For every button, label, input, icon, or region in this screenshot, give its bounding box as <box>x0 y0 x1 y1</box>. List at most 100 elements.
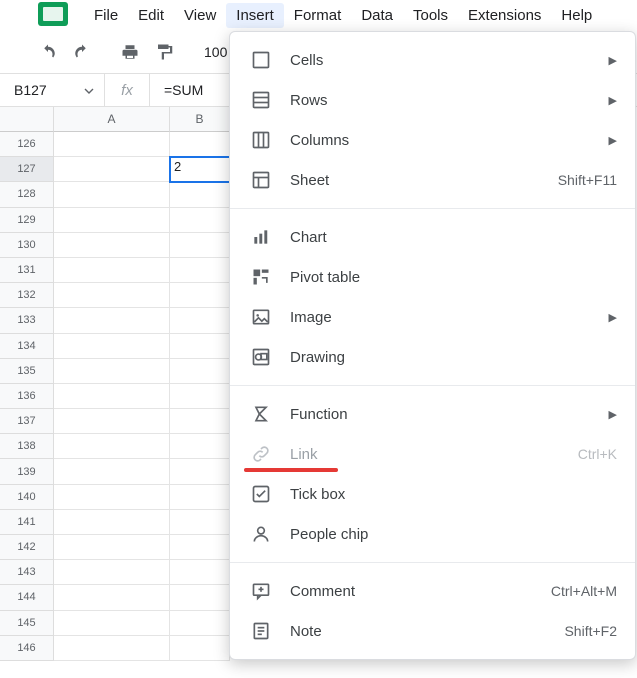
row-header[interactable]: 146 <box>0 636 54 661</box>
cell[interactable] <box>170 510 230 535</box>
cell[interactable] <box>170 208 230 233</box>
menu-item-pivot-table[interactable]: Pivot table <box>230 257 635 297</box>
menu-item-function[interactable]: Function▶ <box>230 394 635 434</box>
cell[interactable] <box>170 485 230 510</box>
rows-icon <box>248 87 274 113</box>
row-header[interactable]: 129 <box>0 208 54 233</box>
cell[interactable] <box>54 560 170 585</box>
cell[interactable] <box>170 585 230 610</box>
menu-extensions[interactable]: Extensions <box>458 3 551 28</box>
menu-insert[interactable]: Insert <box>226 3 284 28</box>
paint-format-button[interactable] <box>150 38 178 66</box>
menu-item-columns[interactable]: Columns▶ <box>230 120 635 160</box>
cell[interactable] <box>54 384 170 409</box>
cell[interactable] <box>54 132 170 157</box>
cell[interactable] <box>54 585 170 610</box>
cell[interactable] <box>170 535 230 560</box>
chevron-right-icon: ▶ <box>609 54 617 67</box>
cell[interactable] <box>170 233 230 258</box>
row-header[interactable]: 128 <box>0 182 54 207</box>
cell[interactable] <box>54 409 170 434</box>
row-header[interactable]: 144 <box>0 585 54 610</box>
menu-item-shortcut: Shift+F11 <box>558 172 617 188</box>
name-box[interactable]: B127 <box>0 74 105 107</box>
cell[interactable] <box>54 308 170 333</box>
cell[interactable] <box>54 258 170 283</box>
row-header[interactable]: 133 <box>0 308 54 333</box>
select-all-corner[interactable] <box>0 107 54 132</box>
cell[interactable] <box>170 384 230 409</box>
menu-item-label: Note <box>290 623 564 640</box>
row-header[interactable]: 134 <box>0 334 54 359</box>
row-header[interactable]: 135 <box>0 359 54 384</box>
cell[interactable] <box>170 434 230 459</box>
cell[interactable] <box>54 233 170 258</box>
cell[interactable] <box>170 560 230 585</box>
redo-button[interactable] <box>68 38 96 66</box>
cell[interactable] <box>170 409 230 434</box>
menu-help[interactable]: Help <box>551 3 602 28</box>
cell[interactable] <box>54 636 170 661</box>
cell[interactable] <box>54 283 170 308</box>
cell[interactable] <box>170 334 230 359</box>
row-header[interactable]: 139 <box>0 459 54 484</box>
menu-item-image[interactable]: Image▶ <box>230 297 635 337</box>
menu-item-drawing[interactable]: Drawing <box>230 337 635 377</box>
cell[interactable] <box>54 611 170 636</box>
menu-tools[interactable]: Tools <box>403 3 458 28</box>
row-header[interactable]: 141 <box>0 510 54 535</box>
cell[interactable] <box>54 334 170 359</box>
cell[interactable] <box>170 258 230 283</box>
cell[interactable]: 2 <box>170 157 230 182</box>
menu-item-sheet[interactable]: SheetShift+F11 <box>230 160 635 200</box>
cell[interactable] <box>54 208 170 233</box>
cell[interactable] <box>54 434 170 459</box>
cell[interactable] <box>54 535 170 560</box>
menu-format[interactable]: Format <box>284 3 352 28</box>
menu-item-chart[interactable]: Chart <box>230 217 635 257</box>
row-header[interactable]: 131 <box>0 258 54 283</box>
cell[interactable] <box>170 359 230 384</box>
image-icon <box>248 304 274 330</box>
print-button[interactable] <box>116 38 144 66</box>
cell[interactable] <box>170 132 230 157</box>
menu-item-note[interactable]: NoteShift+F2 <box>230 611 635 651</box>
row-header[interactable]: 143 <box>0 560 54 585</box>
menu-item-tick-box[interactable]: Tick box <box>230 474 635 514</box>
cell[interactable] <box>170 283 230 308</box>
cell[interactable] <box>170 308 230 333</box>
row-header[interactable]: 127 <box>0 157 54 182</box>
row-header[interactable]: 142 <box>0 535 54 560</box>
cell[interactable] <box>54 359 170 384</box>
cell[interactable] <box>170 459 230 484</box>
menu-item-cells[interactable]: Cells▶ <box>230 40 635 80</box>
menu-data[interactable]: Data <box>351 3 403 28</box>
cell[interactable] <box>170 611 230 636</box>
menu-item-comment[interactable]: CommentCtrl+Alt+M <box>230 571 635 611</box>
col-header-A[interactable]: A <box>54 107 170 132</box>
row-header[interactable]: 126 <box>0 132 54 157</box>
row-header[interactable]: 137 <box>0 409 54 434</box>
col-header-B[interactable]: B <box>170 107 230 132</box>
cell[interactable] <box>54 182 170 207</box>
cell[interactable] <box>170 636 230 661</box>
menu-item-rows[interactable]: Rows▶ <box>230 80 635 120</box>
menu-item-people-chip[interactable]: People chip <box>230 514 635 554</box>
row-header[interactable]: 140 <box>0 485 54 510</box>
menu-view[interactable]: View <box>174 3 226 28</box>
row-header[interactable]: 132 <box>0 283 54 308</box>
row-header[interactable]: 130 <box>0 233 54 258</box>
cell[interactable] <box>54 510 170 535</box>
menu-file[interactable]: File <box>84 3 128 28</box>
row-header[interactable]: 138 <box>0 434 54 459</box>
menu-edit[interactable]: Edit <box>128 3 174 28</box>
annotation-underline <box>244 468 338 472</box>
cell[interactable] <box>54 485 170 510</box>
cell[interactable] <box>54 459 170 484</box>
undo-button[interactable] <box>34 38 62 66</box>
row-header[interactable]: 145 <box>0 611 54 636</box>
menu-separator <box>230 208 635 209</box>
cell[interactable] <box>170 182 230 207</box>
cell[interactable] <box>54 157 170 182</box>
row-header[interactable]: 136 <box>0 384 54 409</box>
